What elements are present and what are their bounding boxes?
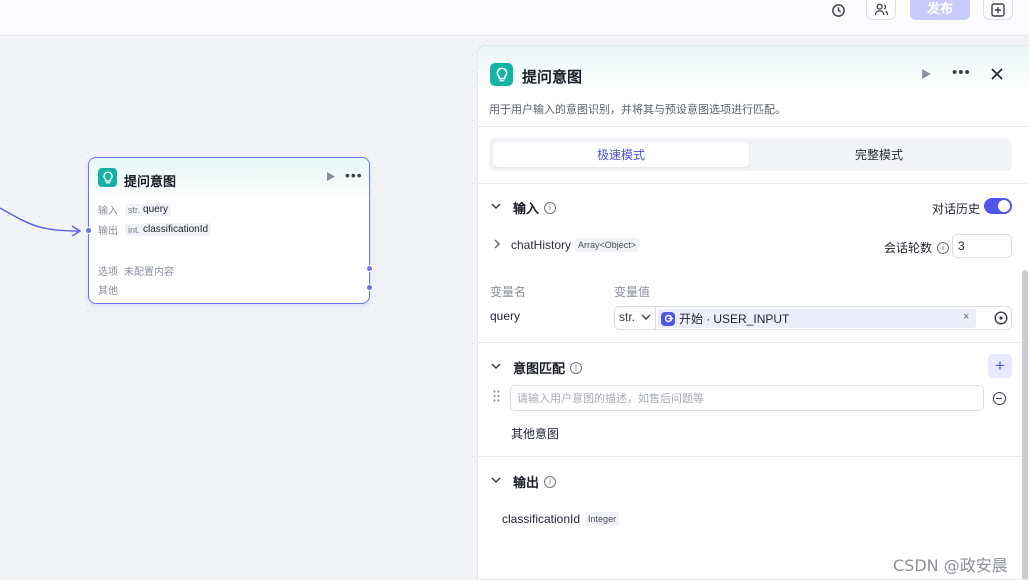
target-icon[interactable]: [994, 311, 1008, 328]
users-icon[interactable]: [866, 0, 896, 20]
chevron-down-icon: [491, 202, 501, 213]
more-icon[interactable]: •••: [952, 64, 971, 81]
more-icon[interactable]: •••: [345, 167, 363, 183]
output-section-header[interactable]: 输出 i: [491, 472, 557, 491]
info-icon: i: [570, 361, 583, 374]
divider: [478, 342, 1029, 343]
bulb-icon: [98, 168, 117, 187]
chevron-down-icon: [641, 310, 651, 324]
chevron-right-icon: [494, 238, 501, 252]
mode-switcher: 极速模式 完整模式: [489, 138, 1012, 171]
node-options-row: 选项 未配置内容: [98, 263, 174, 278]
chat-history-name: chatHistory: [511, 238, 572, 252]
watermark: CSDN @政安晨: [893, 556, 1008, 575]
node-output-value: classificationId: [143, 223, 212, 236]
info-icon: i: [937, 241, 950, 254]
panel-title: 提问意图: [522, 69, 583, 86]
clear-icon[interactable]: ×: [963, 311, 969, 323]
other-intent-label: 其他意图: [511, 427, 560, 441]
var-type: str.: [619, 310, 636, 324]
drag-handle-icon[interactable]: [493, 390, 500, 405]
intent-description-input[interactable]: 请输入用户意图的描述，如售后问题等: [510, 385, 984, 411]
input-section-title: 输入: [513, 201, 540, 216]
var-source-prefix: 开始 ·: [679, 312, 711, 326]
panel-description: 用于用户输入的意图识别，并将其与预设意图选项进行匹配。: [489, 104, 786, 116]
node-options-label: 选项: [98, 267, 118, 278]
connection-edge: [0, 207, 82, 237]
history-label: 对话历史: [932, 202, 981, 216]
panel-header: 提问意图 ••• 用于用户输入的意图识别，并将其与预设意图选项进行匹配。: [478, 46, 1029, 127]
add-intent-button[interactable]: +: [988, 354, 1012, 378]
output-section-title: 输出: [513, 475, 540, 490]
info-icon: i: [544, 475, 557, 488]
rounds-input[interactable]: 3: [952, 234, 1012, 258]
output-name: classificationId: [502, 512, 581, 526]
var-name-header: 变量名: [490, 285, 527, 299]
var-value-header: 变量值: [614, 285, 651, 299]
chevron-down-icon: [491, 362, 501, 373]
info-icon: i: [544, 201, 557, 214]
node-output-row: 输出 int. classificationId: [98, 222, 212, 237]
node-input-row: 输入 str. query: [98, 202, 172, 217]
var-source: USER_INPUT: [713, 311, 790, 326]
node-other-row: 其他: [98, 282, 118, 297]
node-other-port[interactable]: [366, 284, 373, 291]
history-icon[interactable]: [823, 0, 853, 20]
run-icon[interactable]: [326, 171, 336, 185]
node-options-value: 未配置内容: [124, 267, 174, 278]
add-square-icon[interactable]: [983, 0, 1013, 20]
history-toggle[interactable]: [984, 198, 1012, 214]
node-title: 提问意图: [124, 174, 177, 189]
start-node-icon: [661, 311, 675, 326]
rounds-label-wrap: 会话轮数 i: [884, 239, 950, 256]
top-toolbar: 发布: [0, 0, 1029, 36]
bulb-icon: [490, 63, 513, 86]
remove-intent-icon[interactable]: [993, 392, 1006, 405]
node-output-type: int.: [125, 223, 144, 236]
var-type-select[interactable]: str.: [619, 310, 651, 324]
intent-section-title: 意图匹配: [513, 361, 566, 376]
divider: [478, 183, 1029, 184]
intent-section-header[interactable]: 意图匹配 i: [491, 358, 583, 377]
chat-history-type: Array<Object>: [575, 238, 640, 252]
var-source-chip[interactable]: 开始 · USER_INPUT ×: [658, 309, 976, 328]
chevron-down-icon: [491, 476, 501, 487]
chat-history-row[interactable]: chatHistory Array<Object>: [494, 238, 640, 252]
node-input-value: query: [143, 203, 172, 216]
tab-full-mode[interactable]: 完整模式: [751, 142, 1007, 167]
node-settings-panel: 提问意图 ••• 用于用户输入的意图识别，并将其与预设意图选项进行匹配。 极速模…: [477, 45, 1029, 580]
rounds-label: 会话轮数: [884, 241, 933, 255]
divider: [655, 307, 656, 329]
close-icon[interactable]: [991, 68, 1003, 83]
intent-node-card[interactable]: 提问意图 ••• 输入 str. query 输出 int. classificat…: [88, 157, 370, 304]
node-input-label: 输入: [98, 206, 118, 217]
node-options-port[interactable]: [366, 265, 373, 272]
publish-button[interactable]: 发布: [910, 0, 970, 20]
tab-fast-mode[interactable]: 极速模式: [493, 142, 749, 167]
var-name: query: [490, 309, 521, 323]
var-value-field[interactable]: str. 开始 · USER_INPUT ×: [614, 306, 1012, 330]
node-other-label: 其他: [98, 286, 118, 297]
node-header: 提问意图 •••: [89, 158, 369, 198]
run-icon[interactable]: [921, 68, 932, 83]
output-row: classificationId Integer: [502, 512, 620, 526]
panel-scrollbar[interactable]: [1022, 270, 1028, 579]
divider: [478, 456, 1029, 457]
node-output-label: 输出: [98, 226, 118, 237]
input-section-header[interactable]: 输入 i: [491, 198, 557, 217]
node-input-type: str.: [125, 203, 144, 216]
node-input-port[interactable]: [85, 227, 92, 234]
output-type: Integer: [585, 512, 620, 526]
